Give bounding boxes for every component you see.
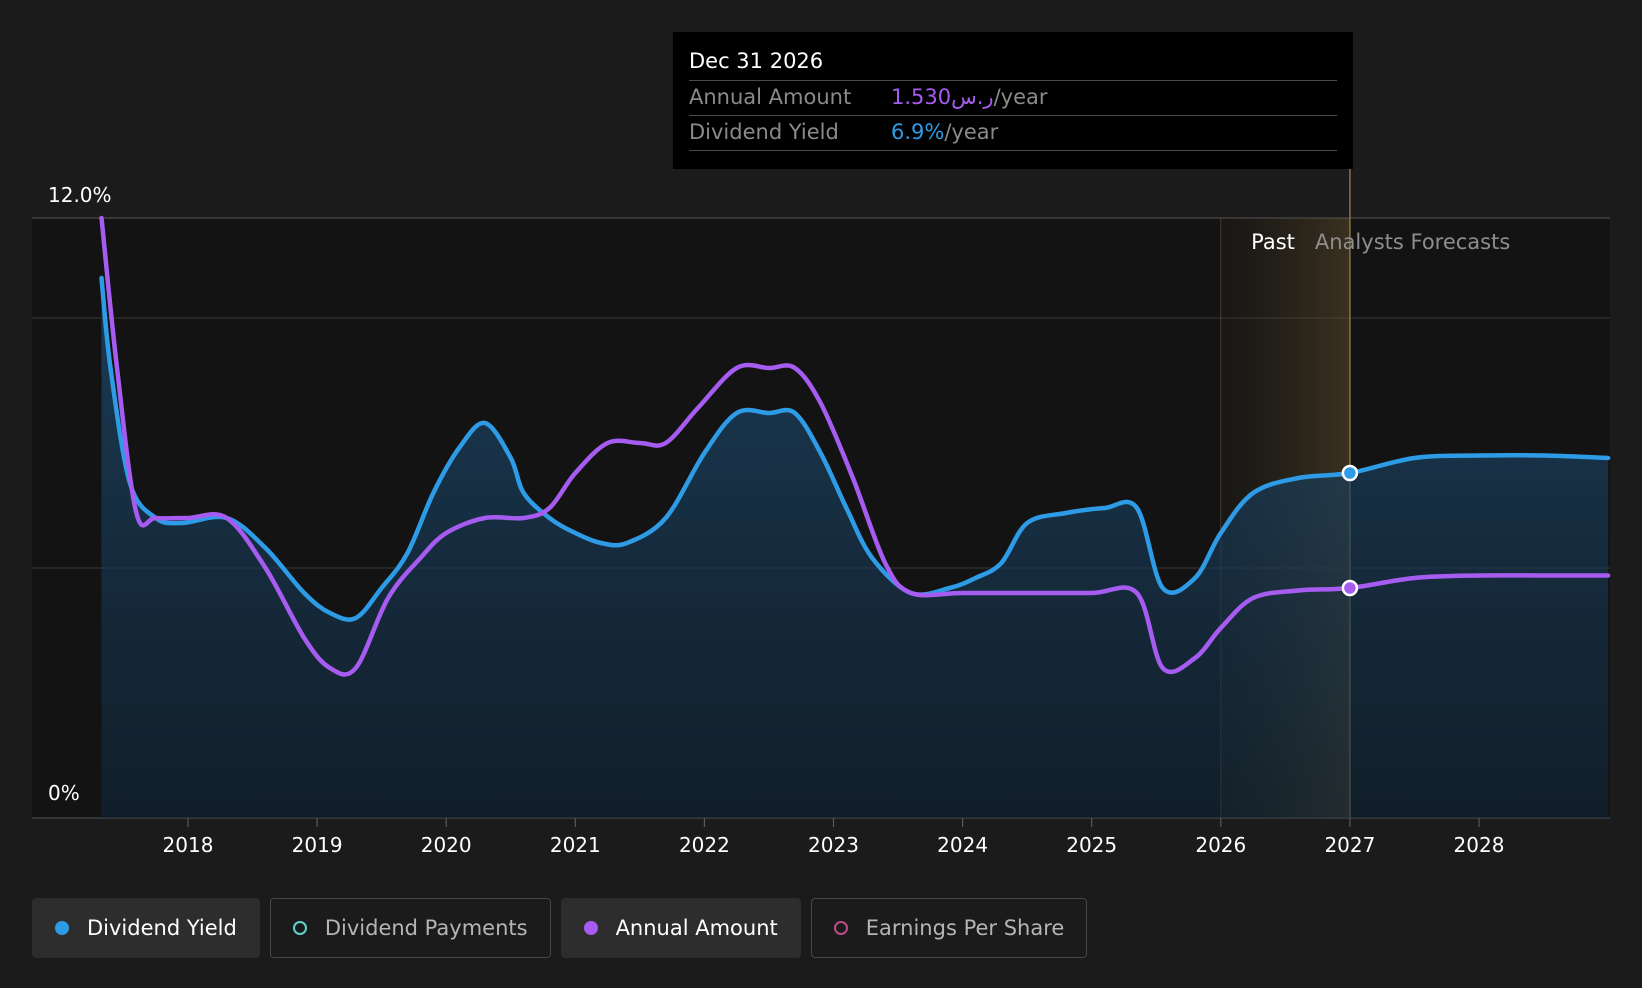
legend-label: Dividend Payments (324, 916, 528, 940)
legend-ring-icon (292, 921, 307, 935)
x-tick-label: 2028 (1454, 833, 1505, 857)
legend-label: Dividend Yield (87, 916, 237, 940)
x-tick-label: 2022 (679, 833, 730, 857)
legend-label: Earnings Per Share (865, 916, 1065, 940)
legend-dot-icon (55, 921, 69, 935)
tooltip-row-dividend-yield: Dividend Yield 6.9%/year (689, 115, 1337, 151)
tooltip-row-annual-amount: Annual Amount 1.530ر.س/year (689, 80, 1337, 115)
tooltip-unit: /year (944, 120, 999, 144)
x-tick-label: 2023 (808, 833, 859, 857)
legend-dot-icon (583, 921, 598, 935)
x-tick-label: 2024 (937, 833, 988, 857)
tooltip-label: Annual Amount (689, 85, 852, 109)
legend-ring-icon (833, 921, 848, 935)
chart-legend: Dividend Yield Dividend Payments Annual … (32, 898, 1088, 958)
x-tick-label: 2021 (550, 833, 601, 857)
x-tick-label: 2018 (163, 833, 214, 857)
y-axis-top-label: 12.0% (48, 183, 112, 207)
legend-earnings-per-share-button[interactable]: Earnings Per Share (810, 898, 1088, 958)
tooltip-label: Dividend Yield (689, 120, 839, 144)
legend-dividend-yield-button[interactable]: Dividend Yield (32, 898, 260, 958)
legend-label: Annual Amount (615, 916, 778, 940)
tooltip-value: 6.9% (891, 120, 945, 144)
past-label: Past (1251, 230, 1295, 254)
legend-dividend-payments-button[interactable]: Dividend Payments (269, 898, 551, 958)
tooltip-unit: /year (993, 85, 1048, 109)
y-axis-bottom-label: 0% (48, 781, 80, 805)
x-tick-label: 2019 (292, 833, 343, 857)
legend-annual-amount-button[interactable]: Annual Amount (560, 898, 801, 958)
x-tick-label: 2026 (1195, 833, 1246, 857)
x-tick-label: 2025 (1066, 833, 1117, 857)
x-tick-label: 2020 (421, 833, 472, 857)
annual-amount-marker (1341, 579, 1359, 597)
x-axis-ticks: 2018 2019 2020 2021 2022 2023 2024 2025 2026 2027… (163, 818, 1505, 857)
x-tick-label: 2027 (1324, 833, 1375, 857)
dividend-yield-marker (1341, 464, 1359, 482)
forecast-label: Analysts Forecasts (1315, 230, 1510, 254)
tooltip-value: 1.530ر.س (891, 85, 994, 109)
tooltip-date: Dec 31 2026 (689, 49, 824, 73)
chart-tooltip: Dec 31 2026 Annual Amount 1.530ر.س/year … (673, 32, 1353, 169)
